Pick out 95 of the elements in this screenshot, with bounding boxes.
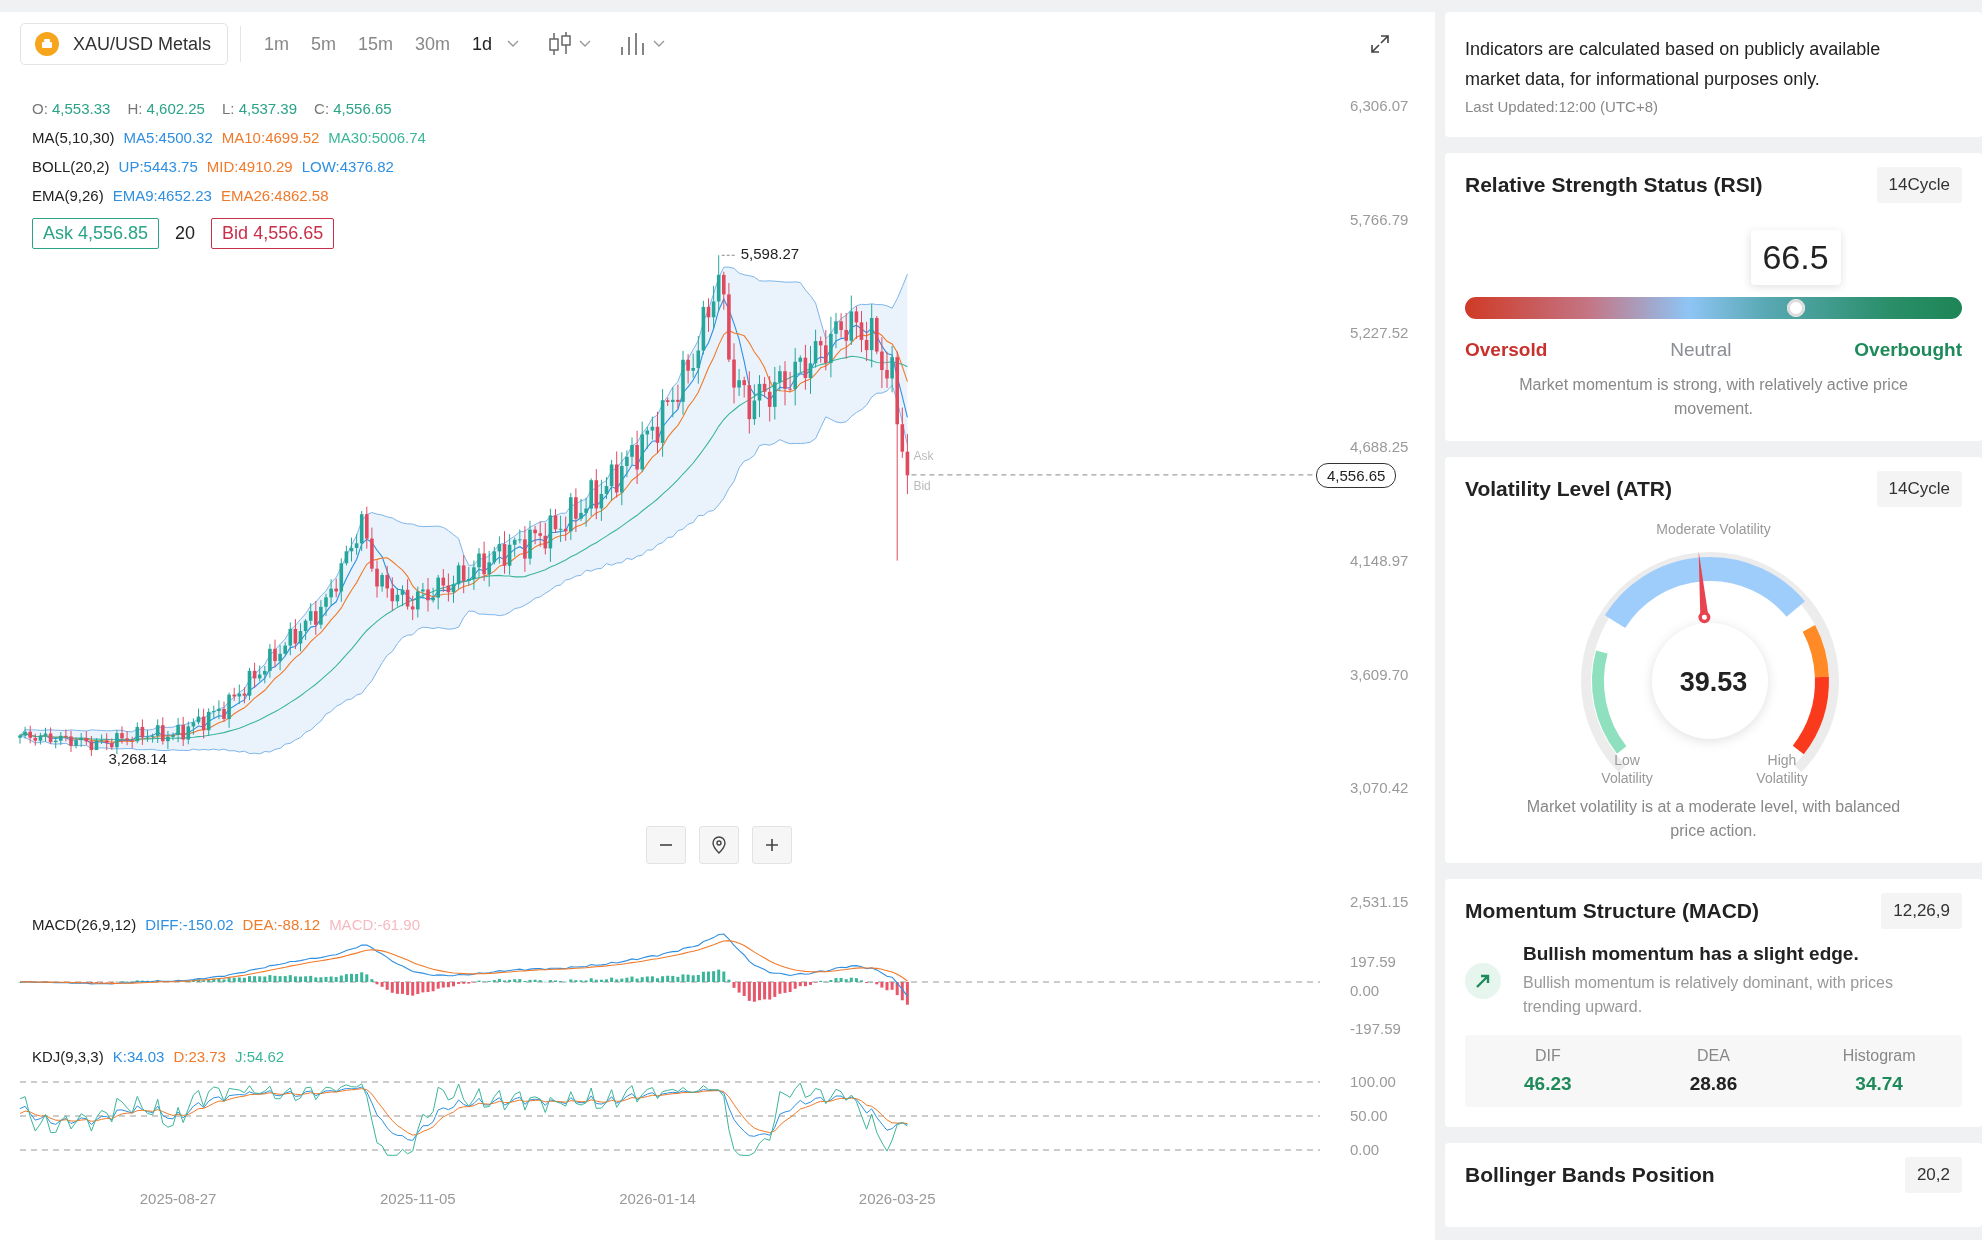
indicator-name: EMA(9,26)	[32, 187, 104, 204]
indicator-value: UP:5443.75	[118, 158, 198, 175]
interval-tab[interactable]: 30m	[404, 33, 462, 55]
card-title: Relative Strength Status (RSI)	[1465, 173, 1763, 197]
ohlc-value: O: 4,553.33	[32, 100, 111, 117]
low-price-label: 3,268.14	[108, 749, 167, 767]
indicator-value: LOW:4376.82	[301, 158, 394, 175]
axis-label: 100.00	[1350, 1073, 1396, 1090]
card-title: Volatility Level (ATR)	[1465, 477, 1672, 501]
indicator-name: MA(5,10,30)	[32, 129, 115, 146]
caret-icon[interactable]	[653, 40, 666, 48]
trend-up-icon	[1465, 963, 1501, 999]
period-badge: 14Cycle	[1876, 471, 1962, 507]
axis-label: 3,609.70	[1350, 665, 1409, 683]
axis-label: 5,227.52	[1350, 324, 1409, 342]
period-badge: 14Cycle	[1876, 167, 1962, 203]
stat-label: Histogram	[1842, 1047, 1916, 1065]
indicator-value: EMA26:4862.58	[220, 187, 329, 204]
expand-icon[interactable]	[1370, 34, 1390, 54]
date-label: 2026-01-14	[618, 1190, 697, 1207]
axis-label: 197.59	[1350, 953, 1396, 970]
stat-value: 28.86	[1689, 1073, 1738, 1095]
momentum-detail: Bullish momentum is relatively dominant, with prices trending upward.	[1523, 973, 1894, 1017]
axis-label: 50.00	[1350, 1107, 1388, 1124]
axis-label: 0.00	[1350, 1141, 1380, 1158]
axis-label: 6,306.07	[1350, 97, 1409, 114]
date-label: 2025-08-27	[138, 1190, 218, 1207]
axis-label: 4,688.25	[1350, 438, 1409, 456]
stat-label: DIF	[1534, 1047, 1561, 1065]
stat-value: 34.74	[1855, 1073, 1903, 1095]
axis-label: 5,766.79	[1350, 210, 1409, 228]
card-title: Bollinger Bands Position	[1465, 1163, 1715, 1187]
indicator-value: D:23.73	[173, 1048, 226, 1065]
leader-line	[721, 254, 738, 256]
coin-icon	[35, 32, 59, 56]
gauge-label: Moderate Volatility	[1655, 521, 1772, 537]
last-updated-text: Last Updated:12:00 (UTC+8)	[1465, 98, 1660, 115]
rsi-description: Market momentum is strong, with relatively active price movement.	[1518, 375, 1909, 419]
zone-label: Oversold	[1465, 339, 1548, 361]
axis-label: 0.00	[1350, 982, 1380, 999]
indicator-value: MID:4910.29	[206, 158, 293, 175]
gauge-label: Low Volatility	[1600, 751, 1654, 787]
zone-label: Neutral	[1670, 339, 1732, 361]
rsi-value-tooltip: 66.5	[1750, 230, 1841, 285]
stat-label: DEA	[1697, 1047, 1730, 1065]
indicator-value: DIFF:-150.02	[145, 916, 234, 933]
indicator-value: MA5:4500.32	[123, 129, 213, 146]
location-pin-icon	[711, 836, 727, 854]
period-badge: 20,2	[1904, 1157, 1962, 1193]
bid-tag: Bid	[913, 478, 931, 493]
atr-description: Market volatility is at a moderate level, with balanced price action.	[1525, 797, 1902, 841]
zoom-in-button[interactable]	[752, 826, 792, 864]
date-label: 2025-11-05	[379, 1190, 457, 1207]
ohlc-value: L: 4,537.39	[221, 100, 298, 117]
ask-price[interactable]: Ask 4,556.85	[32, 218, 160, 249]
stat-value: 46.23	[1524, 1073, 1572, 1095]
date-label: 2026-03-25	[857, 1190, 937, 1207]
disclaimer-text: Indicators are calculated based on publicly available market data, for informational purposes only.	[1465, 38, 1882, 91]
indicator-value: MA30:5006.74	[328, 129, 426, 146]
zone-label: Overbought	[1854, 339, 1962, 361]
period-badge: 12,26,9	[1881, 893, 1962, 929]
indicator-value: MACD:-61.90	[329, 916, 420, 933]
indicator-value: J:54.62	[234, 1048, 285, 1065]
ohlc-value: C: 4,556.65	[314, 100, 392, 117]
locate-button[interactable]	[699, 826, 739, 864]
ohlc-value: H: 4,602.25	[127, 100, 205, 117]
indicator-name: MACD(26,9,12)	[32, 916, 137, 933]
card-title: Momentum Structure (MACD)	[1465, 899, 1759, 923]
interval-tab[interactable]: 5m	[300, 33, 348, 55]
current-price-label: 4,556.65	[1316, 462, 1397, 488]
caret-icon[interactable]	[507, 40, 520, 48]
gauge-label: High Volatility	[1755, 751, 1809, 787]
axis-label: 4,148.97	[1350, 551, 1409, 569]
axis-label: 3,070.42	[1350, 779, 1409, 797]
atr-value: 39.53	[1678, 667, 1749, 698]
indicator-value: MA10:4699.52	[221, 129, 320, 146]
spread-value: 20	[175, 223, 196, 244]
momentum-headline: Bullish momentum has a slight edge.	[1523, 943, 1860, 965]
interval-tab[interactable]: 15m	[347, 33, 405, 55]
indicator-value: K:34.03	[112, 1048, 165, 1065]
indicator-value: EMA9:4652.23	[112, 187, 212, 204]
indicator-name: KDJ(9,3,3)	[32, 1048, 104, 1065]
minus-icon	[658, 844, 674, 846]
high-price-label: 5,598.27	[740, 245, 800, 263]
indicator-value: DEA:-88.12	[242, 916, 321, 933]
interval-tab[interactable]: 1d	[461, 33, 504, 55]
ask-tag: Ask	[913, 448, 934, 463]
interval-tab[interactable]: 1m	[253, 33, 301, 55]
caret-icon[interactable]	[579, 40, 592, 48]
symbol-selector[interactable]: XAU/USD Metals	[20, 23, 229, 65]
indicator-name: BOLL(20,2)	[32, 158, 110, 175]
plus-icon	[764, 837, 780, 853]
axis-label: 2,531.15	[1350, 893, 1409, 910]
axis-label: -197.59	[1350, 1020, 1401, 1037]
bid-price[interactable]: Bid 4,556.65	[211, 218, 335, 249]
